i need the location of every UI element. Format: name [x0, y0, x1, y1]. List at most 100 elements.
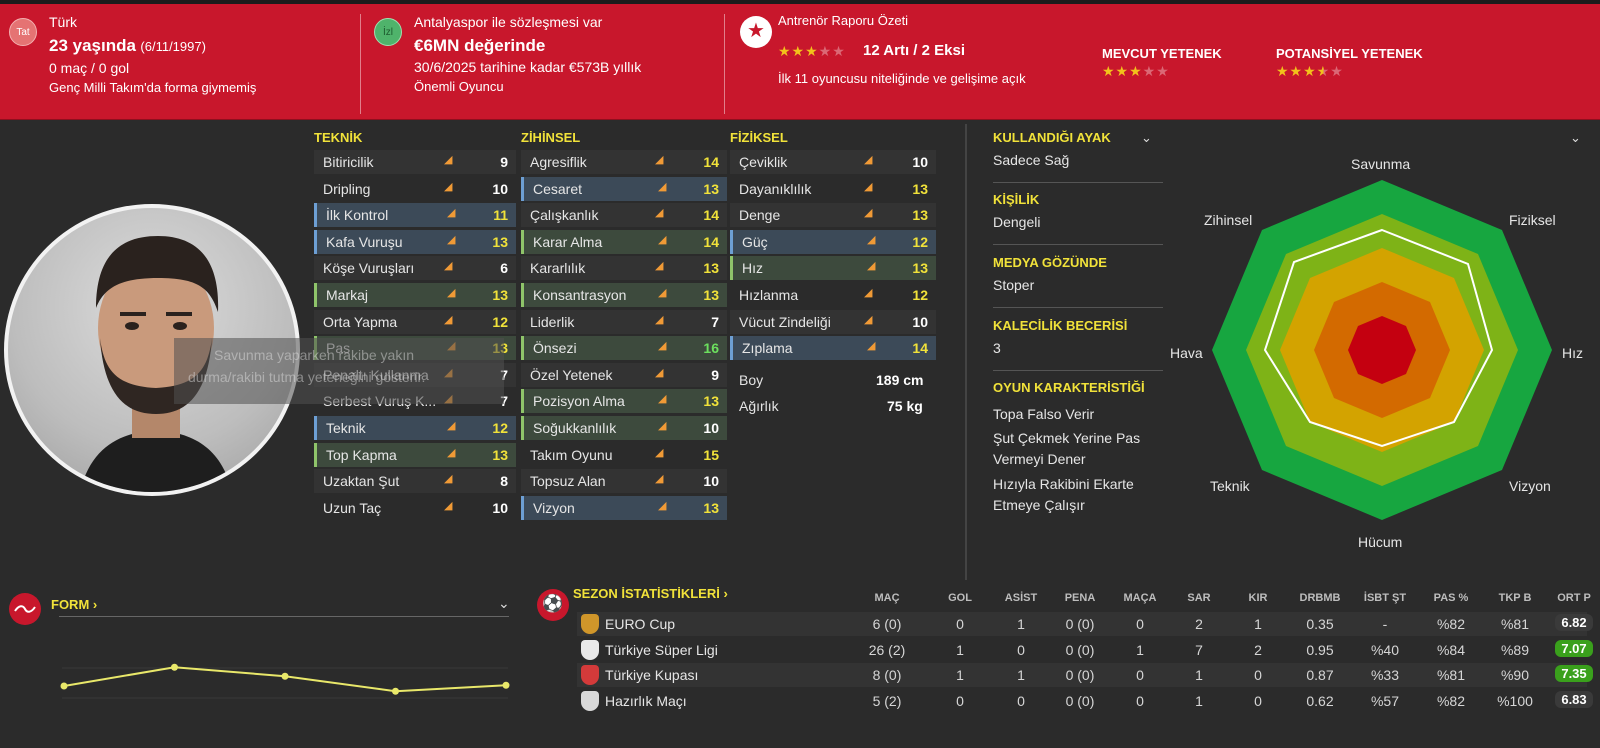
attribute-value: 10: [703, 420, 719, 436]
chevron-down-icon[interactable]: ⌄: [498, 595, 510, 612]
attribute-row[interactable]: Kafa Vuruşu ◢ 13: [314, 229, 516, 254]
competition-name[interactable]: Hazırlık Maçı: [605, 693, 687, 709]
stat-cell: %100: [1497, 692, 1533, 709]
season-stats-row[interactable]: EURO Cup 6 (0) 0 1 0 (0) 0 2 1 0.35 - %82 %81 6.82: [577, 612, 1593, 636]
nationality[interactable]: Türk: [49, 14, 77, 30]
form-point[interactable]: [392, 687, 399, 695]
nationality-badge[interactable]: Tat: [9, 18, 37, 46]
stat-header[interactable]: PAS %: [1427, 592, 1475, 604]
stat-cell: 1: [1017, 667, 1025, 683]
attribute-row[interactable]: Çeviklik ◢ 10: [730, 150, 936, 174]
attribute-name: Dripling: [323, 180, 371, 197]
competition-name[interactable]: EURO Cup: [605, 616, 675, 632]
attribute-row[interactable]: Güç ◢ 12: [730, 229, 936, 254]
stat-header[interactable]: GOL: [936, 592, 984, 604]
attribute-row[interactable]: Markaj ◢ 13: [314, 283, 516, 307]
stat-header[interactable]: KIR: [1234, 592, 1282, 604]
stat-header[interactable]: TKP B: [1491, 592, 1539, 604]
stat-header[interactable]: MAÇA: [1116, 592, 1164, 604]
stat-header[interactable]: DRBMB: [1296, 592, 1344, 604]
attribute-row[interactable]: Denge ◢ 13: [730, 203, 936, 228]
season-stats-row[interactable]: Türkiye Süper Ligi 26 (2) 1 0 0 (0) 1 7 2 0.95 %4…: [577, 637, 1593, 662]
star-report-icon[interactable]: ★: [740, 16, 772, 48]
stat-header[interactable]: MAÇ: [863, 592, 911, 604]
competition-name[interactable]: Türkiye Kupası: [605, 667, 698, 683]
attribute-row[interactable]: Soğukkanlılık ◢ 10: [521, 416, 727, 440]
attribute-row[interactable]: Agresiflik ◢ 14: [521, 150, 727, 174]
attribute-row[interactable]: Teknik ◢ 12: [314, 416, 516, 440]
stat-header[interactable]: PENA: [1056, 592, 1104, 604]
trait-item[interactable]: Topa Falso Verir: [993, 406, 1094, 422]
attribute-row[interactable]: Top Kapma ◢ 13: [314, 442, 516, 467]
trait-item-cont[interactable]: Etmeye Çalışır: [993, 497, 1085, 513]
season-stats-row[interactable]: Hazırlık Maçı 5 (2) 0 0 0 (0) 0 1 0 0.62 %57 %82 %1…: [577, 688, 1593, 713]
attribute-row[interactable]: Özel Yetenek ◢ 9: [521, 362, 727, 387]
attribute-row[interactable]: Pozisyon Alma ◢ 13: [521, 389, 727, 414]
season-stats-title-text: SEZON İSTATİSTİKLERİ: [573, 586, 720, 601]
stat-header[interactable]: İSBT ŞT: [1361, 592, 1409, 604]
club-badge[interactable]: İzl: [374, 18, 402, 46]
attribute-row[interactable]: Çalışkanlık ◢ 14: [521, 203, 727, 228]
attribute-row[interactable]: Takım Oyunu ◢ 15: [521, 442, 727, 467]
attribute-row[interactable]: Vizyon ◢ 13: [521, 495, 727, 520]
attribute-row[interactable]: Zıplama ◢ 14: [730, 336, 936, 361]
chevron-down-icon[interactable]: ⌄: [1141, 130, 1152, 146]
attribute-row[interactable]: Karar Alma ◢ 14: [521, 229, 727, 254]
attribute-value: 10: [492, 180, 508, 197]
attribute-value: 13: [703, 180, 719, 197]
attribute-row[interactable]: Dayanıklılık ◢ 13: [730, 176, 936, 201]
stat-header[interactable]: ASİST: [997, 592, 1045, 604]
stat-header[interactable]: SAR: [1175, 592, 1223, 604]
attribute-row[interactable]: Köşe Vuruşları ◢ 6: [314, 256, 516, 281]
form-point[interactable]: [171, 663, 178, 671]
trend-arrow-icon: ◢: [444, 180, 453, 193]
average-rating: 7.35: [1550, 665, 1598, 682]
attribute-row[interactable]: Vücut Zindeliği ◢ 10: [730, 309, 936, 334]
trend-arrow-icon: ◢: [447, 207, 456, 220]
chevron-down-icon[interactable]: ⌄: [1570, 130, 1581, 146]
attribute-value: 6: [500, 260, 508, 277]
trait-item-cont[interactable]: Vermeyi Dener: [993, 451, 1086, 467]
attribute-row[interactable]: İlk Kontrol ◢ 11: [314, 203, 516, 228]
competition-crest-icon: [581, 614, 599, 634]
trait-item[interactable]: Şut Çekmek Yerine Pas: [993, 430, 1140, 446]
competition-name[interactable]: Türkiye Süper Ligi: [605, 642, 718, 658]
attribute-row[interactable]: Kararlılık ◢ 13: [521, 256, 727, 281]
attribute-row[interactable]: Liderlik ◢ 7: [521, 309, 727, 334]
trait-item[interactable]: Hızıyla Rakibini Ekarte: [993, 476, 1134, 492]
trend-arrow-icon: ◢: [658, 340, 667, 353]
contract-until: 30/6/2025 tarihine kadar €573B yıllık: [414, 59, 642, 75]
form-title[interactable]: FORM ›: [51, 597, 97, 612]
season-stats-title[interactable]: SEZON İSTATİSTİKLERİ ›: [573, 586, 728, 601]
form-icon[interactable]: [9, 593, 41, 625]
attribute-name: Dayanıklılık: [739, 180, 812, 197]
report-title[interactable]: Antrenör Raporu Özeti: [778, 13, 908, 28]
attribute-value: 10: [703, 473, 719, 490]
attribute-row[interactable]: Orta Yapma ◢ 12: [314, 309, 516, 334]
attribute-row[interactable]: Uzun Taç ◢ 10: [314, 495, 516, 520]
potential-ability-label: POTANSİYEL YETENEK: [1276, 46, 1423, 61]
divider: [59, 616, 509, 617]
tooltip-line1: Savunma yaparken rakibe yakın: [214, 347, 414, 363]
attribute-row[interactable]: Bitiricilik ◢ 9: [314, 150, 516, 174]
attribute-row[interactable]: Hız ◢ 13: [730, 256, 936, 281]
attribute-row[interactable]: Topsuz Alan ◢ 10: [521, 469, 727, 494]
trend-arrow-icon: ◢: [658, 180, 667, 193]
attribute-row[interactable]: Uzaktan Şut ◢ 8: [314, 469, 516, 494]
mental-title: ZİHİNSEL: [521, 130, 581, 145]
season-stats-row[interactable]: Türkiye Kupası 8 (0) 1 1 0 (0) 0 1 0 0.87 %33 %81%…: [577, 663, 1593, 687]
form-point[interactable]: [60, 682, 68, 690]
attribute-row[interactable]: Konsantrasyon ◢ 13: [521, 283, 727, 307]
attribute-row[interactable]: Dripling ◢ 10: [314, 176, 516, 201]
stat-header[interactable]: ORT P: [1550, 592, 1598, 604]
attribute-row[interactable]: Hızlanma ◢ 12: [730, 283, 936, 307]
attribute-name: Güç: [742, 233, 768, 250]
attribute-row[interactable]: Cesaret ◢ 13: [521, 176, 727, 201]
contract-title[interactable]: Antalyaspor ile sözleşmesi var: [414, 14, 602, 30]
season-stats-icon[interactable]: ⚽: [537, 589, 569, 621]
form-point[interactable]: [281, 672, 289, 680]
attribute-name: Cesaret: [533, 180, 583, 197]
attribute-row[interactable]: Önsezi ◢ 16: [521, 336, 727, 361]
form-point[interactable]: [502, 681, 510, 689]
height-label: Boy: [739, 372, 764, 388]
